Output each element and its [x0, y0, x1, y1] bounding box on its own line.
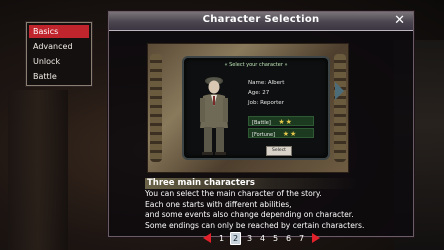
- dialog-title: Character Selection: [202, 14, 320, 25]
- page-2[interactable]: 2: [230, 231, 241, 245]
- description-heading: Three main characters: [145, 178, 357, 189]
- description-line: Each one starts with different abilities…: [145, 199, 292, 209]
- steampunk-pipe-right: [334, 54, 346, 162]
- preview-screen: « Select your character » Name: Albert A…: [182, 56, 330, 160]
- battle-stars-icon: ★★: [278, 118, 293, 126]
- select-button: Select: [266, 146, 292, 156]
- character-job: Job: Reporter: [248, 100, 284, 106]
- next-page-arrow-icon[interactable]: [312, 233, 320, 243]
- preview-frame: « Select your character » Name: Albert A…: [147, 43, 349, 173]
- menu-item-advanced[interactable]: Advanced: [29, 40, 89, 53]
- battle-label: [Battle]: [252, 120, 271, 126]
- description-line: Some endings can only be reached by cert…: [145, 220, 365, 230]
- category-menu: Basics Advanced Unlock Battle: [26, 22, 92, 86]
- page-5[interactable]: 5: [271, 233, 280, 244]
- character-name: Name: Albert: [248, 80, 285, 86]
- character-info: Name: Albert Age: 27 Job: Reporter: [248, 78, 284, 108]
- fortune-label: [Fortune]: [252, 132, 276, 138]
- menu-item-basics[interactable]: Basics: [29, 25, 89, 38]
- close-icon[interactable]: ✕: [394, 12, 405, 30]
- description: Three main characters You can select the…: [145, 178, 385, 231]
- fortune-stars-icon: ★★: [282, 130, 298, 138]
- preview-header: « Select your character »: [224, 62, 288, 68]
- next-character-arrow-icon: [335, 82, 344, 100]
- description-line: and some events also change depending on…: [145, 210, 354, 219]
- description-line: You can select the main character of the…: [145, 189, 322, 198]
- menu-item-unlock[interactable]: Unlock: [29, 55, 89, 68]
- title-bar: Character Selection ✕: [109, 12, 413, 31]
- previous-page-arrow-icon[interactable]: [203, 233, 211, 243]
- battle-stat: [Battle] ★★: [248, 116, 314, 126]
- fortune-stat: [Fortune] ★★: [248, 128, 314, 138]
- pagination: 1 2 3 4 5 6 7: [203, 231, 320, 245]
- steampunk-pipe-left: [150, 54, 162, 162]
- page-7[interactable]: 7: [297, 233, 306, 244]
- page-3[interactable]: 3: [245, 233, 254, 244]
- menu-item-battle[interactable]: Battle: [29, 70, 89, 83]
- character-portrait: [200, 77, 228, 155]
- page-1[interactable]: 1: [217, 233, 226, 244]
- character-age: Age: 27: [248, 90, 270, 96]
- page-6[interactable]: 6: [284, 233, 293, 244]
- background-beam: [8, 90, 68, 250]
- page-4[interactable]: 4: [258, 233, 267, 244]
- tutorial-panel: Character Selection ✕ « Select your char…: [108, 11, 414, 237]
